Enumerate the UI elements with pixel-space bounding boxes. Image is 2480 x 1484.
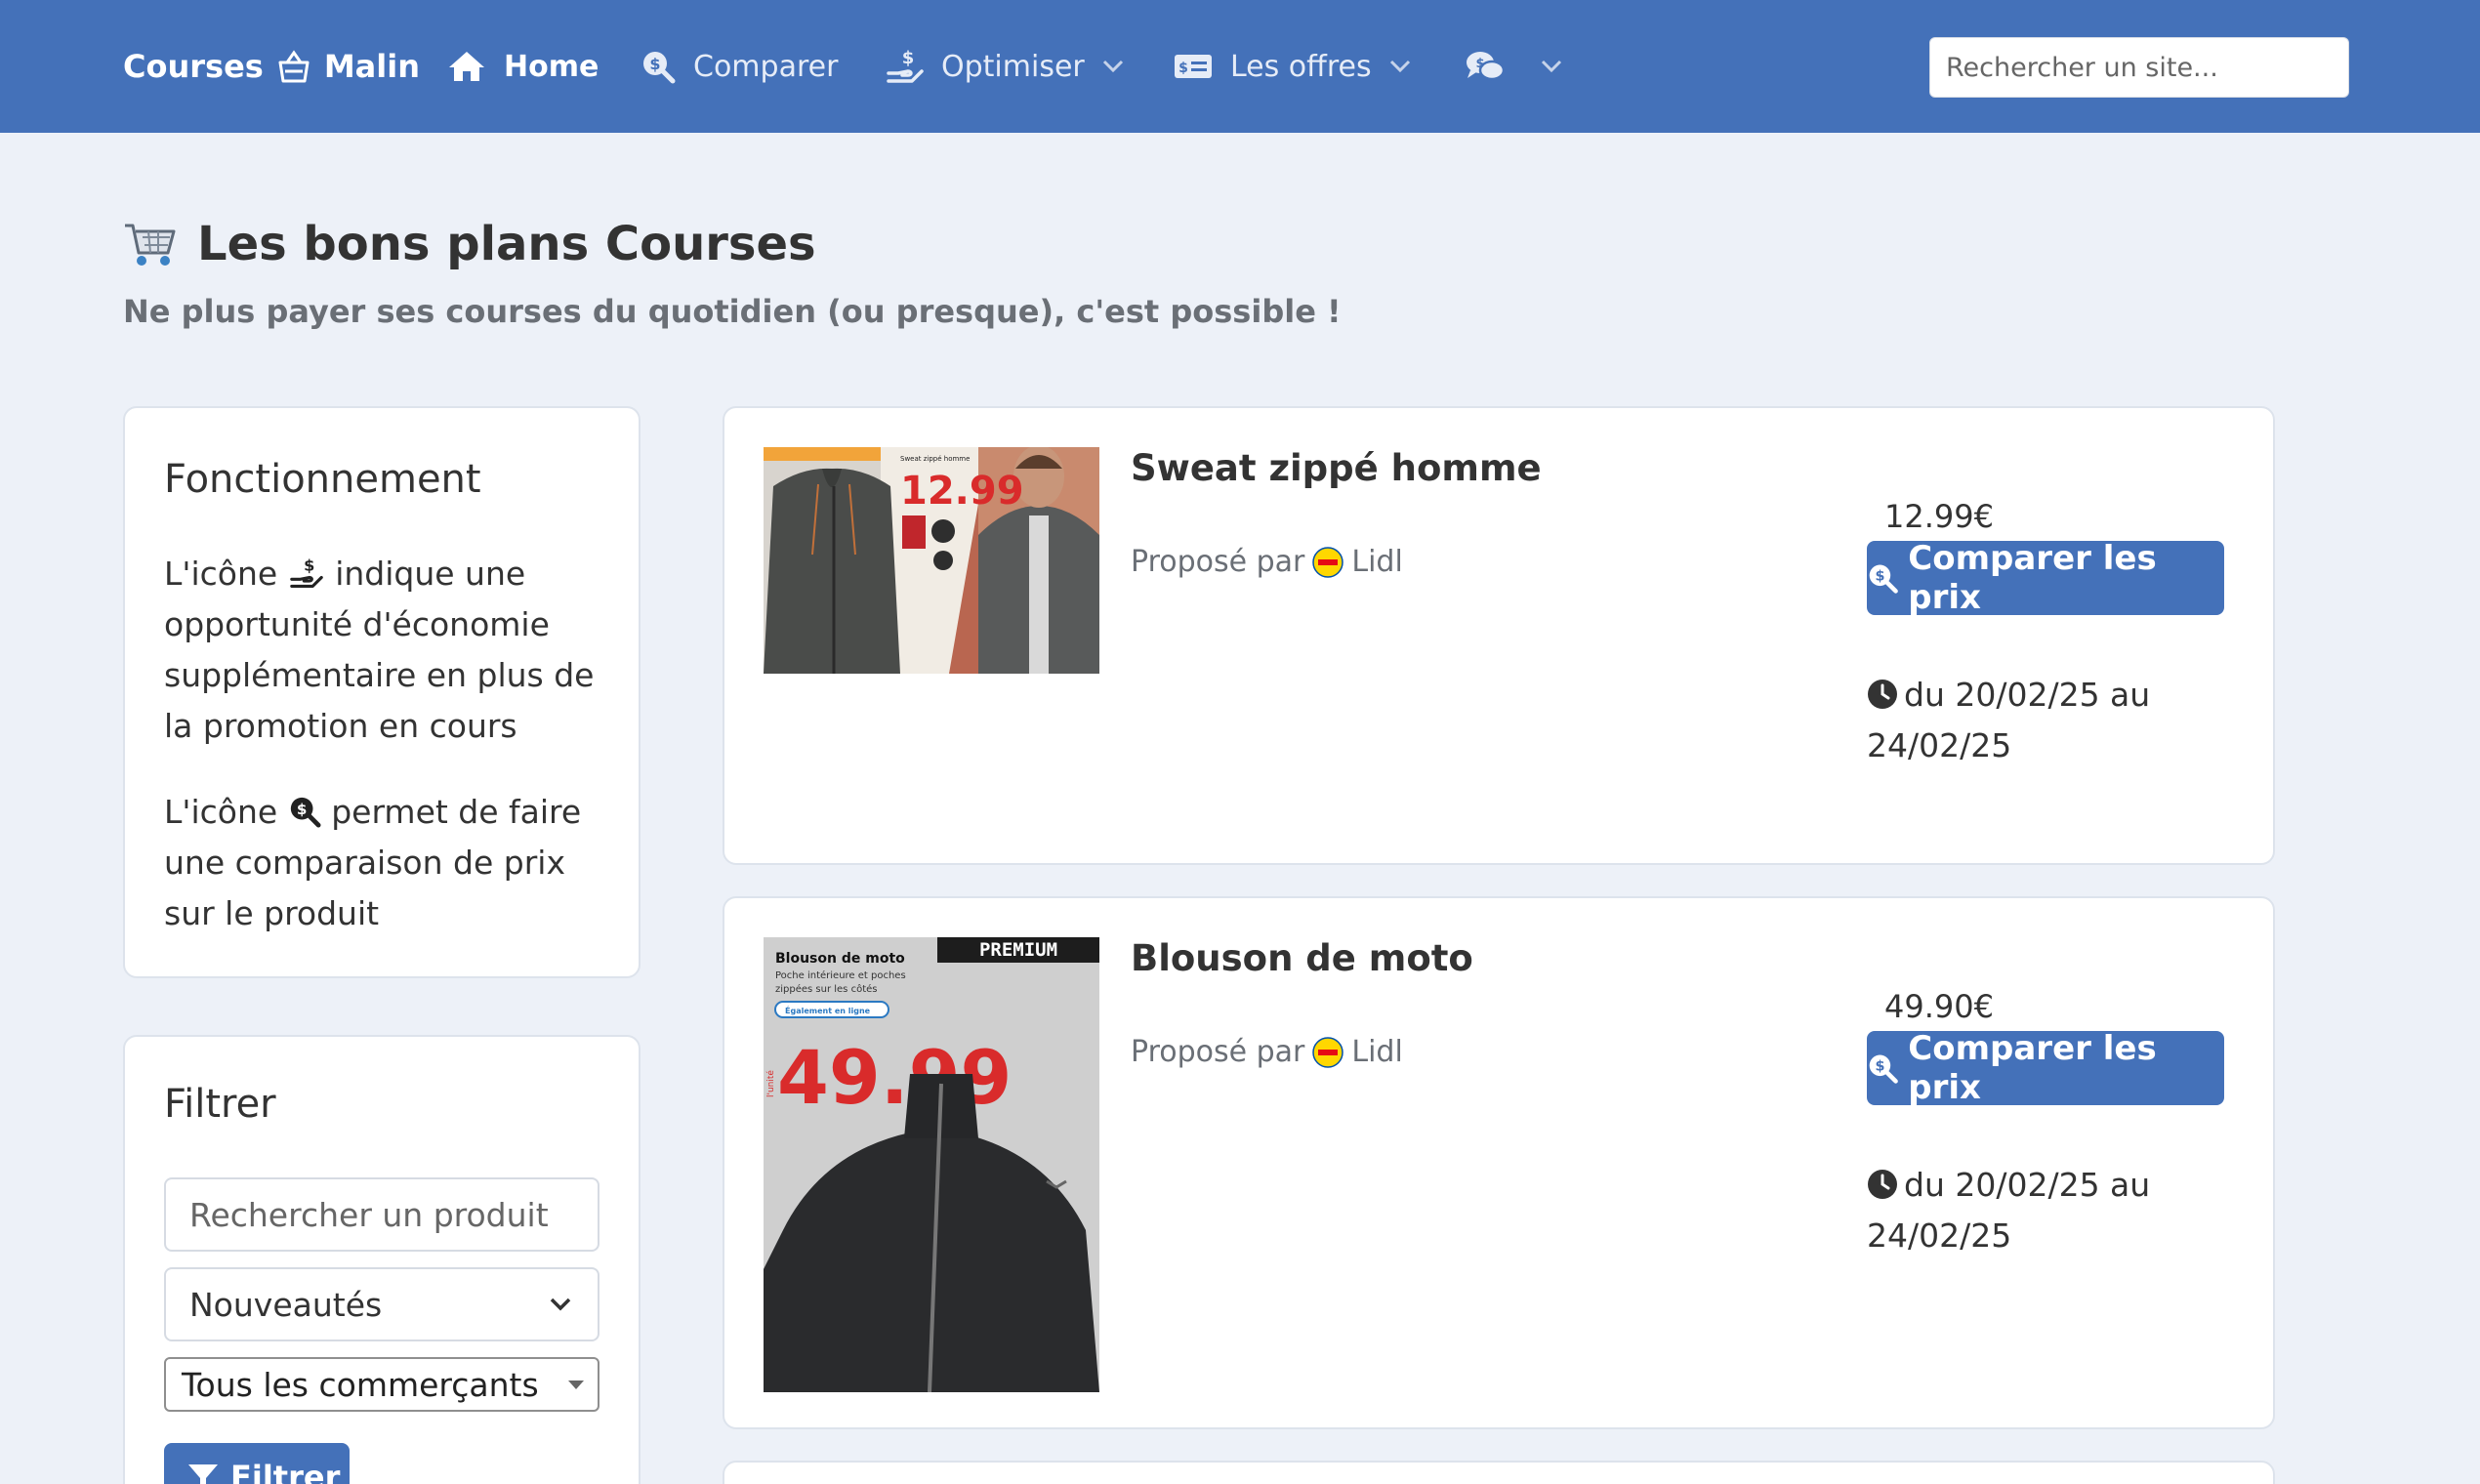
brand-logo[interactable]: Courses Malin bbox=[123, 43, 420, 90]
chevron-down-icon bbox=[1389, 60, 1410, 73]
clock-icon bbox=[1868, 1170, 1897, 1199]
offer-dates: du 20/02/25 au 24/02/25 bbox=[1867, 676, 2151, 764]
product-merchant: Proposé par Lidl bbox=[1131, 545, 1403, 579]
image-sub1-text: Poche intérieure et poches bbox=[775, 969, 906, 981]
money-card-icon: $ bbox=[1175, 55, 1212, 78]
how-it-works-paragraph-1: L'icône $ indique une opportunité d'écon… bbox=[164, 555, 595, 745]
chevron-down-icon bbox=[550, 1298, 571, 1311]
image-unit-text: l'unité bbox=[765, 1070, 776, 1097]
basket-icon bbox=[278, 50, 310, 83]
product-title[interactable]: Blouson de moto bbox=[1131, 937, 1473, 979]
filter-card: Filtrer Nouveautés Tous les commerçants … bbox=[123, 1035, 641, 1484]
image-heading-text: Blouson de moto bbox=[775, 951, 905, 967]
hand-dollar-icon: $ bbox=[289, 556, 323, 588]
lidl-logo-icon bbox=[1312, 1036, 1344, 1068]
page-title: Les bons plans Courses bbox=[123, 217, 816, 271]
image-tag-text: Également en ligne bbox=[785, 1005, 871, 1015]
comments-dollar-icon: $ bbox=[1467, 52, 1506, 81]
product-photo: PREMIUM Blouson de moto Poche intérieure… bbox=[764, 937, 1099, 1392]
search-dollar-icon: $ bbox=[290, 797, 321, 828]
top-navbar: Courses Malin Home $ Comparer $ Optimise… bbox=[0, 0, 2480, 133]
image-price-text: 12.99 bbox=[900, 469, 1024, 514]
svg-text:$: $ bbox=[1475, 57, 1484, 71]
filter-icon bbox=[188, 1464, 218, 1484]
lidl-logo-icon bbox=[1312, 546, 1344, 578]
how-it-works-title: Fonctionnement bbox=[164, 457, 481, 502]
product-search-input[interactable] bbox=[164, 1177, 599, 1252]
filter-title: Filtrer bbox=[164, 1082, 276, 1127]
svg-text:$: $ bbox=[1178, 61, 1188, 76]
product-image[interactable]: PREMIUM Blouson de moto Poche intérieure… bbox=[764, 937, 1099, 1392]
svg-text:$: $ bbox=[1875, 1059, 1884, 1075]
caret-down-icon bbox=[568, 1381, 584, 1389]
site-search-input[interactable] bbox=[1929, 37, 2349, 98]
sort-select[interactable]: Nouveautés bbox=[164, 1267, 599, 1341]
how-it-works-paragraph-2: L'icône $ permet de faire une comparaiso… bbox=[164, 793, 582, 932]
compare-prices-button[interactable]: $ Comparer les prix bbox=[1867, 539, 2224, 617]
svg-text:$: $ bbox=[304, 556, 314, 574]
nav-comments[interactable]: $ bbox=[1465, 43, 1562, 90]
nav-comparer[interactable]: $ Comparer bbox=[641, 43, 838, 90]
filter-button[interactable]: Filtrer bbox=[164, 1443, 350, 1484]
product-card: Sweat zippé homme 12.99 Sweat zippé homm… bbox=[723, 406, 2275, 865]
product-price: 49.90€ bbox=[1884, 988, 1994, 1025]
page-subtitle: Ne plus payer ses courses du quotidien (… bbox=[123, 293, 1342, 330]
image-sub2-text: zippées sur les côtés bbox=[775, 983, 877, 995]
search-dollar-icon: $ bbox=[1869, 1054, 1898, 1084]
svg-text:$: $ bbox=[649, 55, 660, 73]
product-title[interactable]: Sweat zippé homme bbox=[1131, 447, 1542, 489]
chevron-down-icon bbox=[1102, 60, 1123, 73]
nav-home[interactable]: Home bbox=[447, 43, 599, 90]
clock-icon bbox=[1868, 680, 1897, 709]
svg-text:$: $ bbox=[297, 801, 308, 818]
product-merchant: Proposé par Lidl bbox=[1131, 1035, 1403, 1069]
how-it-works-card: Fonctionnement L'icône $ indique une opp… bbox=[123, 406, 641, 978]
hand-dollar-icon: $ bbox=[887, 48, 924, 83]
offer-dates: du 20/02/25 au 24/02/25 bbox=[1867, 1166, 2151, 1255]
home-icon bbox=[449, 52, 484, 81]
product-image[interactable]: Sweat zippé homme 12.99 bbox=[764, 447, 1099, 674]
chevron-down-icon bbox=[1541, 60, 1562, 73]
search-dollar-icon: $ bbox=[1869, 564, 1898, 594]
brand-right: Malin bbox=[323, 48, 420, 85]
product-photo: Sweat zippé homme 12.99 bbox=[764, 447, 1099, 674]
svg-text:$: $ bbox=[1875, 569, 1884, 585]
image-price-text: 49.99 bbox=[777, 1034, 1012, 1121]
search-dollar-icon: $ bbox=[643, 52, 676, 84]
image-small-text: Sweat zippé homme bbox=[900, 455, 970, 463]
image-badge-text: PREMIUM bbox=[979, 939, 1057, 961]
svg-text:$: $ bbox=[902, 48, 915, 68]
nav-optimiser[interactable]: $ Optimiser bbox=[887, 43, 1124, 90]
product-price: 12.99€ bbox=[1884, 498, 1994, 535]
shopping-cart-icon bbox=[125, 224, 176, 266]
product-card bbox=[723, 1461, 2275, 1484]
compare-prices-button[interactable]: $ Comparer les prix bbox=[1867, 1029, 2224, 1107]
brand-left: Courses bbox=[123, 48, 264, 85]
nav-les-offres[interactable]: $ Les offres bbox=[1174, 43, 1411, 90]
product-card: PREMIUM Blouson de moto Poche intérieure… bbox=[723, 896, 2275, 1429]
merchant-select[interactable]: Tous les commerçants bbox=[164, 1357, 599, 1412]
